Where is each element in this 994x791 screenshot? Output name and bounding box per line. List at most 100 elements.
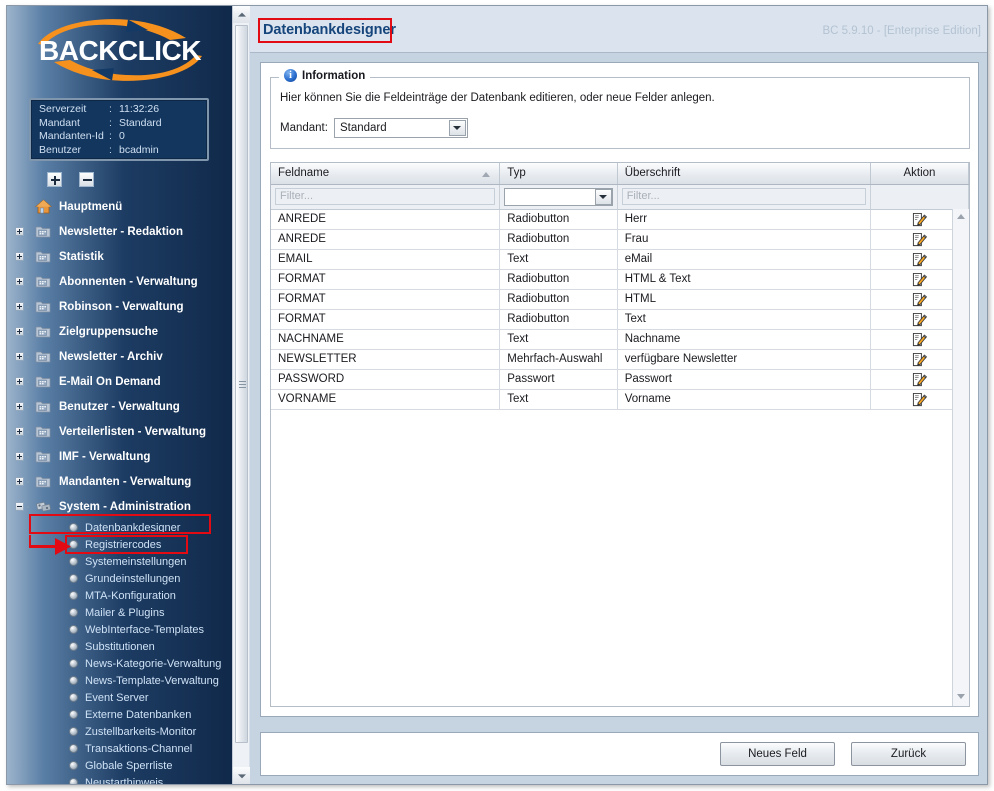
sidebar-item-benutzer-verwaltung[interactable]: Benutzer - Verwaltung <box>7 394 232 419</box>
edit-icon[interactable] <box>912 232 927 247</box>
tree-line <box>27 281 29 283</box>
sidebar-item-verteilerlisten-verwaltung[interactable]: Verteilerlisten - Verwaltung <box>7 419 232 444</box>
tree-line <box>27 231 29 233</box>
edit-icon[interactable] <box>912 332 927 347</box>
grid-scrollbar[interactable] <box>952 209 969 706</box>
scrollbar-down-button[interactable] <box>233 767 250 784</box>
sidebar-item-email-on-demand[interactable]: E-Mail On Demand <box>7 369 232 394</box>
sidebar-subitem-neustarthinweis[interactable]: Neustarthinweis <box>7 774 232 784</box>
sidebar-subitem-event-server[interactable]: Event Server <box>7 689 232 706</box>
sidebar-item-newsletter-archiv[interactable]: Newsletter - Archiv <box>7 344 232 369</box>
expand-icon[interactable] <box>15 452 24 461</box>
sidebar-subitem-substitutionen[interactable]: Substitutionen <box>7 638 232 655</box>
sidebar-subitem-globale-sperrliste[interactable]: Globale Sperrliste <box>7 757 232 774</box>
grid-scroll-up-button[interactable] <box>953 209 969 225</box>
sidebar-item-abonnenten-verwaltung[interactable]: Abonnenten - Verwaltung <box>7 269 232 294</box>
expand-icon[interactable] <box>15 377 24 386</box>
edit-icon[interactable] <box>912 372 927 387</box>
edit-icon[interactable] <box>912 212 927 227</box>
filter-cell-aktion <box>870 184 969 210</box>
table-row[interactable]: FORMAT Radiobutton Text <box>271 309 969 330</box>
sidebar-item-newsletter-redaktion[interactable]: Newsletter - Redaktion <box>7 219 232 244</box>
scrollbar-thumb[interactable] <box>235 25 248 743</box>
sidebar-item-label: Robinson - Verwaltung <box>59 300 184 313</box>
expand-icon[interactable] <box>15 277 24 286</box>
plus-icon[interactable] <box>47 172 62 187</box>
folder-icon <box>35 401 51 413</box>
sidebar-subitem-label: Zustellbarkeits-Monitor <box>85 725 197 738</box>
sidebar-subitem-zustellbarkeits-monitor[interactable]: Zustellbarkeits-Monitor <box>7 723 232 740</box>
sidebar-scrollbar[interactable] <box>232 6 250 784</box>
sidebar-item-label: E-Mail On Demand <box>59 375 161 388</box>
sidebar-subitem-grundeinstellungen[interactable]: Grundeinstellungen <box>7 570 232 587</box>
sidebar-item-system-administration[interactable]: System - Administration <box>7 494 232 519</box>
sidebar-subitem-label: Substitutionen <box>85 640 155 653</box>
expand-icon[interactable] <box>15 252 24 261</box>
cell-typ: Text <box>499 329 618 350</box>
column-header-typ[interactable]: Typ <box>499 163 618 185</box>
filter-input-feldname[interactable]: Filter... <box>275 188 496 205</box>
table-row[interactable]: NEWSLETTER Mehrfach-Auswahl verfügbare N… <box>271 349 969 370</box>
expand-icon[interactable] <box>15 352 24 361</box>
table-row[interactable]: VORNAME Text Vorname <box>271 389 969 410</box>
sidebar-item-robinson-verwaltung[interactable]: Robinson - Verwaltung <box>7 294 232 319</box>
table-row[interactable]: FORMAT Radiobutton HTML & Text <box>271 269 969 290</box>
expand-icon[interactable] <box>15 427 24 436</box>
sidebar-subitem-externe-datenbanken[interactable]: Externe Datenbanken <box>7 706 232 723</box>
filter-select-typ[interactable] <box>504 187 613 206</box>
grid-filter-row: Filter... Filter... <box>271 184 969 210</box>
collapse-icon[interactable] <box>15 502 24 511</box>
sidebar-subitem-news-template-verwaltung[interactable]: News-Template-Verwaltung <box>7 672 232 689</box>
filter-input-ueberschrift[interactable]: Filter... <box>621 188 866 205</box>
cell-ueberschrift: Vorname <box>617 389 871 410</box>
tree-expand-controls <box>47 172 107 190</box>
sidebar-subitem-mta-konfiguration[interactable]: MTA-Konfiguration <box>7 587 232 604</box>
table-row[interactable]: FORMAT Radiobutton HTML <box>271 289 969 310</box>
expand-icon[interactable] <box>15 227 24 236</box>
sidebar-item-mandanten-verwaltung[interactable]: Mandanten - Verwaltung <box>7 469 232 494</box>
table-row[interactable]: PASSWORD Passwort Passwort <box>271 369 969 390</box>
folder-icon <box>35 301 51 313</box>
sidebar-item-zielgruppensuche[interactable]: Zielgruppensuche <box>7 319 232 344</box>
sidebar-subitem-label: News-Template-Verwaltung <box>85 674 219 687</box>
table-row[interactable]: NACHNAME Text Nachname <box>271 329 969 350</box>
column-header-label: Typ <box>507 167 526 180</box>
sidebar-subitem-transaktions-channel[interactable]: Transaktions-Channel <box>7 740 232 757</box>
edit-icon[interactable] <box>912 272 927 287</box>
minus-icon[interactable] <box>79 172 95 187</box>
cell-feldname: EMAIL <box>271 249 501 270</box>
sidebar-subitem-webinterface-templates[interactable]: WebInterface-Templates <box>7 621 232 638</box>
cell-feldname: ANREDE <box>271 229 501 250</box>
expand-icon[interactable] <box>15 477 24 486</box>
mandant-select[interactable]: Standard <box>333 118 468 138</box>
new-field-button[interactable]: Neues Feld <box>720 742 835 766</box>
expand-icon[interactable] <box>15 402 24 411</box>
column-header-ueberschrift[interactable]: Überschrift <box>617 163 871 185</box>
scrollbar-up-button[interactable] <box>233 6 250 23</box>
sidebar-subitem-news-kategorie-verwaltung[interactable]: News-Kategorie-Verwaltung <box>7 655 232 672</box>
sidebar-item-imf-verwaltung[interactable]: IMF - Verwaltung <box>7 444 232 469</box>
sidebar-subitem-label: Mailer & Plugins <box>85 606 165 619</box>
edit-icon[interactable] <box>912 252 927 267</box>
edit-icon[interactable] <box>912 352 927 367</box>
expand-icon[interactable] <box>15 302 24 311</box>
expand-icon[interactable] <box>15 327 24 336</box>
cell-feldname: ANREDE <box>271 209 501 230</box>
table-row[interactable]: ANREDE Radiobutton Frau <box>271 229 969 250</box>
sidebar-item-hauptmenu[interactable]: Hauptmenü <box>7 194 232 219</box>
table-row[interactable]: ANREDE Radiobutton Herr <box>271 209 969 230</box>
version-label: BC 5.9.10 - [Enterprise Edition] <box>822 25 981 37</box>
column-header-feldname[interactable]: Feldname <box>271 163 501 185</box>
edit-icon[interactable] <box>912 392 927 407</box>
chevron-down-icon <box>957 694 965 699</box>
grid-scroll-down-button[interactable] <box>953 688 969 704</box>
sidebar-subitem-mailer-plugins[interactable]: Mailer & Plugins <box>7 604 232 621</box>
edit-icon[interactable] <box>912 292 927 307</box>
edit-icon[interactable] <box>912 312 927 327</box>
cell-ueberschrift: Text <box>617 309 871 330</box>
chevron-down-icon[interactable] <box>594 188 612 205</box>
sidebar-item-statistik[interactable]: Statistik <box>7 244 232 269</box>
chevron-down-icon[interactable] <box>448 120 466 136</box>
back-button[interactable]: Zurück <box>851 742 966 766</box>
table-row[interactable]: EMAIL Text eMail <box>271 249 969 270</box>
